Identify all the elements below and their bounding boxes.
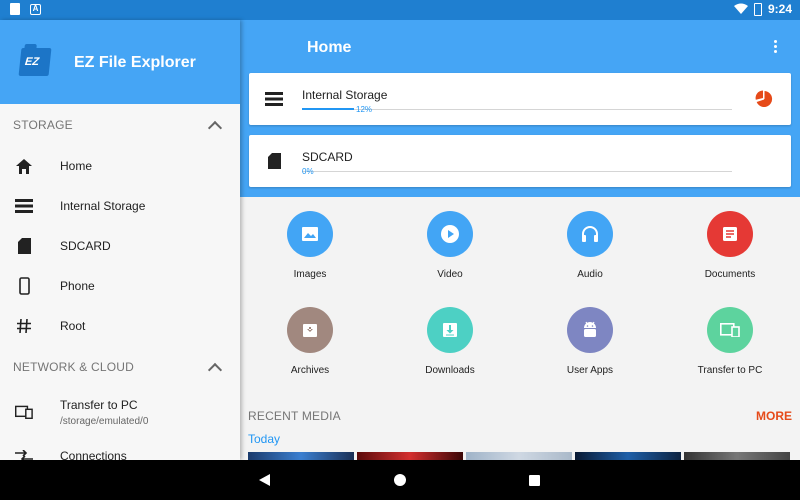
internal-storage-card[interactable]: Internal Storage 12% <box>249 73 791 125</box>
sidebar-item-label: Connections <box>60 449 127 460</box>
more-button[interactable]: MORE <box>756 409 792 423</box>
category-downloads[interactable]: Downloads <box>380 293 520 389</box>
battery-icon <box>753 2 762 16</box>
sdcard-card[interactable]: SDCARD 0% <box>249 135 791 187</box>
card-title: Internal Storage <box>302 88 388 102</box>
play-icon <box>441 225 459 243</box>
drawer-header: EZ EZ File Explorer <box>0 20 240 104</box>
media-thumbnail[interactable] <box>575 452 681 460</box>
category-video[interactable]: Video <box>380 197 520 293</box>
media-thumbnail[interactable] <box>466 452 572 460</box>
storage-icon <box>15 197 33 215</box>
sdcard-notification-icon <box>10 3 20 15</box>
category-user-apps[interactable]: User Apps <box>520 293 660 389</box>
media-thumbnail[interactable] <box>248 452 354 460</box>
devices-icon <box>720 323 740 337</box>
sidebar-item-label: Home <box>60 159 93 173</box>
system-nav-bar <box>0 460 800 500</box>
sdcard-icon <box>15 237 33 255</box>
navigation-drawer: EZ EZ File Explorer STORAGE Home Interna… <box>0 20 240 460</box>
sidebar-item-phone[interactable]: Phone <box>0 266 240 306</box>
main-content: Home Internal Storage 12% SDCARD 0% Imag… <box>240 20 800 460</box>
video-button[interactable] <box>427 211 473 257</box>
app-logo: EZ <box>18 48 52 76</box>
sdcard-progress-track <box>302 171 732 172</box>
category-archives[interactable]: Archives <box>240 293 380 389</box>
storage-progress-fill <box>302 108 354 110</box>
phone-icon <box>15 277 33 295</box>
back-icon[interactable] <box>259 474 270 486</box>
sidebar-item-label: Root <box>60 319 86 333</box>
sidebar-item-path: /storage/emulated/0 <box>60 416 149 427</box>
status-bar: A 9:24 <box>0 0 800 20</box>
download-icon <box>443 323 457 337</box>
more-vert-icon[interactable] <box>774 40 778 54</box>
recent-media-strip <box>248 452 790 460</box>
sidebar-item-label: SDCARD <box>60 239 111 253</box>
pie-chart-icon[interactable] <box>755 90 773 108</box>
document-icon <box>723 227 737 241</box>
recents-icon[interactable] <box>529 475 540 486</box>
category-label: User Apps <box>566 365 614 376</box>
sidebar-item-sdcard[interactable]: SDCARD <box>0 226 240 266</box>
home-button-icon[interactable] <box>394 474 406 486</box>
category-label: Downloads <box>425 365 475 376</box>
wifi-icon <box>733 3 748 14</box>
category-label: Transfer to PC <box>697 365 763 376</box>
chevron-up-icon[interactable] <box>207 362 223 378</box>
sidebar-item-label: Phone <box>60 279 95 293</box>
page-title: Home <box>307 39 352 56</box>
images-button[interactable] <box>287 211 333 257</box>
archives-button[interactable] <box>287 307 333 353</box>
sidebar-item-home[interactable]: Home <box>0 146 240 186</box>
android-icon <box>584 321 596 337</box>
audio-button[interactable] <box>567 211 613 257</box>
sdcard-percent: 0% <box>302 167 314 176</box>
sdcard-icon <box>268 153 281 169</box>
app-notification-icon: A <box>30 3 41 15</box>
home-icon <box>15 157 33 175</box>
storage-section-header[interactable]: STORAGE <box>0 104 240 146</box>
network-section-header[interactable]: NETWORK & CLOUD <box>0 346 240 388</box>
category-audio[interactable]: Audio <box>520 197 660 293</box>
headphones-icon <box>582 226 598 242</box>
category-label: Video <box>437 269 463 280</box>
connections-icon <box>15 447 33 460</box>
category-transfer-to-pc[interactable]: Transfer to PC <box>660 293 800 389</box>
storage-icon <box>265 92 283 106</box>
category-grid: Images Video Audio Documents Archives Do… <box>240 197 800 397</box>
category-label: Images <box>293 269 327 280</box>
clock: 9:24 <box>767 2 792 16</box>
storage-section-label: STORAGE <box>13 118 73 132</box>
storage-percent: 12% <box>356 105 373 114</box>
category-label: Documents <box>704 269 756 280</box>
user-apps-button[interactable] <box>567 307 613 353</box>
app-title: EZ File Explorer <box>74 54 196 71</box>
category-label: Audio <box>577 269 603 280</box>
devices-icon <box>15 403 33 421</box>
sidebar-item-connections[interactable]: Connections <box>0 436 240 460</box>
recent-media-header: RECENT MEDIA <box>248 409 341 423</box>
category-documents[interactable]: Documents <box>660 197 800 293</box>
downloads-button[interactable] <box>427 307 473 353</box>
sidebar-item-label: Internal Storage <box>60 199 146 213</box>
archive-icon <box>303 324 317 337</box>
media-thumbnail[interactable] <box>684 452 790 460</box>
hash-icon <box>15 317 33 335</box>
sidebar-item-transfer-to-pc[interactable]: Transfer to PC /storage/emulated/0 <box>0 388 240 436</box>
sidebar-item-label: Transfer to PC <box>60 398 138 412</box>
image-icon <box>302 227 318 241</box>
sidebar-item-root[interactable]: Root <box>0 306 240 346</box>
media-thumbnail[interactable] <box>357 452 463 460</box>
transfer-to-pc-button[interactable] <box>707 307 753 353</box>
documents-button[interactable] <box>707 211 753 257</box>
card-title: SDCARD <box>302 150 353 164</box>
network-section-label: NETWORK & CLOUD <box>13 360 135 374</box>
sidebar-item-internal-storage[interactable]: Internal Storage <box>0 186 240 226</box>
today-label: Today <box>248 432 281 446</box>
category-images[interactable]: Images <box>240 197 380 293</box>
chevron-up-icon[interactable] <box>207 120 223 136</box>
category-label: Archives <box>290 365 330 376</box>
app-bar: Home Internal Storage 12% SDCARD 0% <box>240 20 800 197</box>
